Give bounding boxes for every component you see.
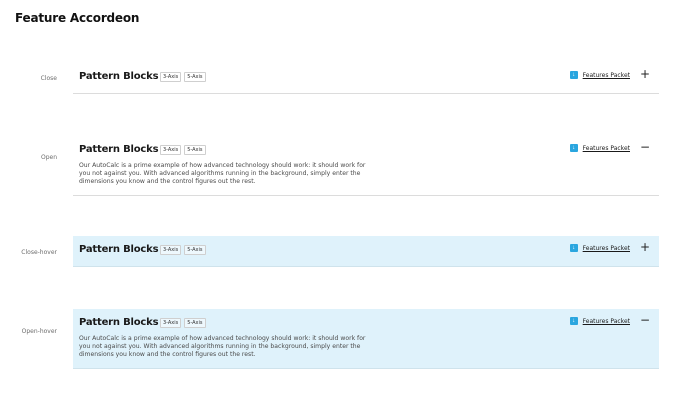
features-packet-label[interactable]: Features Packet — [583, 245, 630, 252]
accordion-close[interactable]: Pattern Blocks 3-Axis 5-Axis ↓ Features … — [73, 63, 659, 94]
accordion-title: Pattern Blocks — [79, 244, 159, 255]
features-packet-link[interactable]: ↓ Features Packet — [569, 71, 630, 79]
state-label-open: Open — [40, 154, 57, 161]
features-packet-label[interactable]: Features Packet — [583, 145, 630, 152]
minus-icon[interactable]: − — [640, 314, 650, 326]
accordion-close-hover[interactable]: Pattern Blocks 3-Axis 5-Axis ↓ Features … — [73, 236, 659, 267]
accordion-body: Our AutoCalc is a prime example of how a… — [79, 335, 366, 359]
tag-3-axis: 3-Axis — [160, 145, 182, 155]
download-icon[interactable]: ↓ — [569, 317, 578, 325]
features-packet-link[interactable]: ↓ Features Packet — [569, 244, 630, 252]
features-packet-link[interactable]: ↓ Features Packet — [569, 144, 630, 152]
accordion-header[interactable]: Pattern Blocks 3-Axis 5-Axis ↓ Features … — [73, 309, 659, 339]
tag-3-axis: 3-Axis — [160, 318, 182, 328]
accordion-header[interactable]: Pattern Blocks 3-Axis 5-Axis ↓ Features … — [73, 63, 659, 93]
accordion-title: Pattern Blocks — [79, 144, 159, 155]
tag-5-axis: 5-Axis — [184, 245, 206, 255]
tag-3-axis: 3-Axis — [160, 245, 182, 255]
tag-group: 3-Axis 5-Axis — [160, 72, 206, 82]
minus-icon[interactable]: − — [640, 141, 650, 153]
tag-group: 3-Axis 5-Axis — [160, 318, 206, 328]
state-label-open-hover: Open-hover — [21, 328, 57, 335]
accordion-body: Our AutoCalc is a prime example of how a… — [79, 162, 366, 186]
download-icon[interactable]: ↓ — [569, 71, 578, 79]
state-label-close: Close — [40, 75, 57, 82]
accordion-header[interactable]: Pattern Blocks 3-Axis 5-Axis ↓ Features … — [73, 236, 659, 266]
accordion-open[interactable]: Pattern Blocks 3-Axis 5-Axis ↓ Features … — [73, 136, 659, 196]
tag-5-axis: 5-Axis — [184, 318, 206, 328]
accordion-header[interactable]: Pattern Blocks 3-Axis 5-Axis ↓ Features … — [73, 136, 659, 166]
features-packet-label[interactable]: Features Packet — [583, 72, 630, 79]
download-icon[interactable]: ↓ — [569, 244, 578, 252]
accordion-title: Pattern Blocks — [79, 317, 159, 328]
plus-icon[interactable]: + — [640, 68, 650, 80]
features-packet-link[interactable]: ↓ Features Packet — [569, 317, 630, 325]
tag-group: 3-Axis 5-Axis — [160, 245, 206, 255]
download-icon[interactable]: ↓ — [569, 144, 578, 152]
tag-3-axis: 3-Axis — [160, 72, 182, 82]
page-title: Feature Accordeon — [15, 11, 140, 25]
plus-icon[interactable]: + — [640, 241, 650, 253]
tag-group: 3-Axis 5-Axis — [160, 145, 206, 155]
accordion-title: Pattern Blocks — [79, 71, 159, 82]
tag-5-axis: 5-Axis — [184, 145, 206, 155]
accordion-open-hover[interactable]: Pattern Blocks 3-Axis 5-Axis ↓ Features … — [73, 309, 659, 369]
features-packet-label[interactable]: Features Packet — [583, 318, 630, 325]
tag-5-axis: 5-Axis — [184, 72, 206, 82]
state-label-close-hover: Close-hover — [21, 249, 57, 256]
